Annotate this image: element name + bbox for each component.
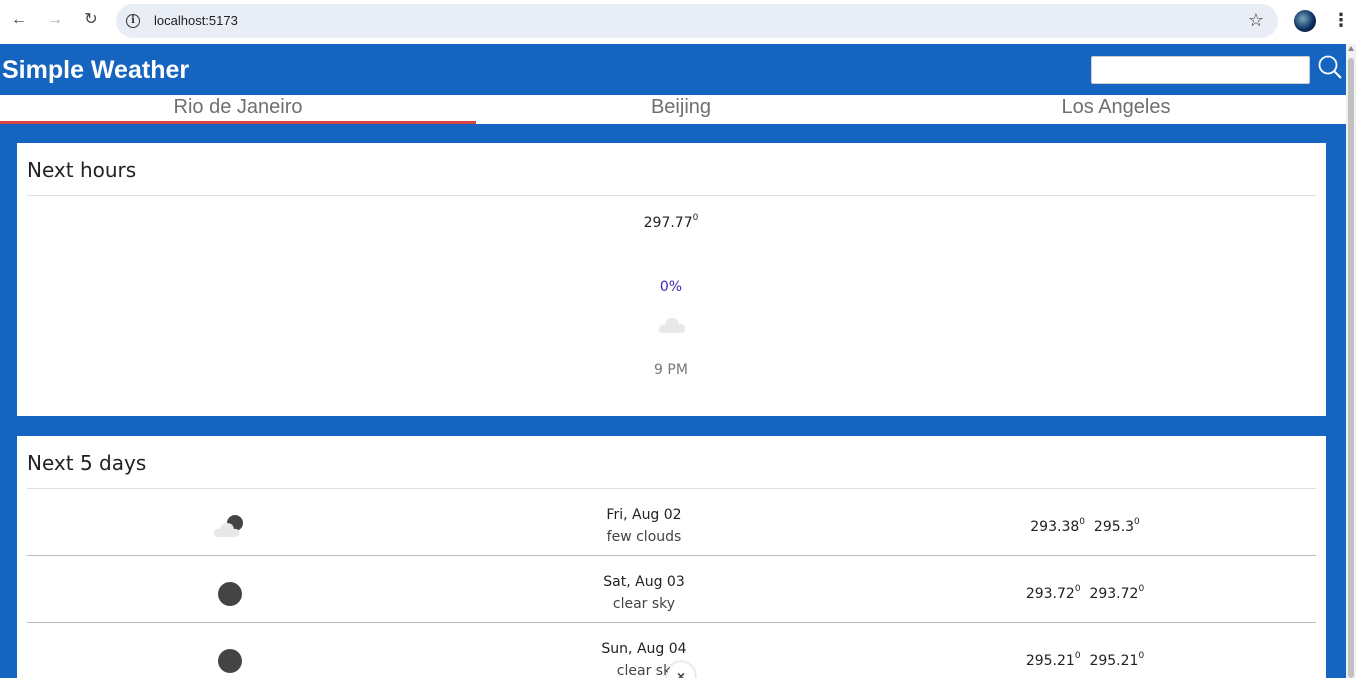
hour-time: 9 PM: [654, 362, 688, 378]
divider: [27, 195, 1316, 196]
scrollbar-thumb[interactable]: [1348, 58, 1354, 678]
precipitation-probability: 0%: [659, 279, 683, 295]
hour-temperature: 297.770: [643, 213, 699, 231]
card-title: Next 5 days: [27, 451, 147, 475]
day-date: Fri, Aug 02: [606, 507, 682, 523]
hour-forecast-item: 297.770 0% 9 PM: [621, 213, 721, 378]
day-date: Sat, Aug 03: [603, 574, 685, 590]
reload-icon[interactable]: ↻: [80, 9, 102, 31]
day-date: Sun, Aug 04: [601, 641, 687, 657]
few-clouds-night-icon: [213, 515, 243, 537]
day-description: clear sk: [616, 663, 672, 678]
search-icon[interactable]: [1316, 54, 1344, 82]
city-search-input[interactable]: [1091, 56, 1310, 84]
clear-sky-night-icon: [218, 582, 242, 606]
back-arrow-icon[interactable]: ←: [8, 9, 30, 31]
address-bar[interactable]: i localhost:5173 ☆: [116, 4, 1278, 38]
clear-sky-night-icon: [218, 649, 242, 673]
brand-title: Simple Weather: [2, 56, 190, 84]
bookmark-star-icon[interactable]: ☆: [1248, 10, 1264, 31]
cloud-icon: [658, 318, 685, 333]
tab-beijing[interactable]: Beijing: [476, 95, 886, 124]
city-tabs: Rio de Janeiro Beijing Los Angeles: [0, 95, 1346, 124]
site-info-icon[interactable]: i: [126, 14, 140, 28]
scroll-up-arrow-icon[interactable]: [1348, 46, 1354, 51]
tab-los-angeles[interactable]: Los Angeles: [886, 95, 1346, 124]
card-title: Next hours: [27, 158, 137, 182]
profile-avatar-icon[interactable]: [1294, 10, 1316, 32]
day-row: Fri, Aug 02 few clouds 293.380 295.30: [27, 489, 1316, 556]
day-description: clear sky: [612, 596, 676, 612]
browser-menu-icon[interactable]: ⋮: [1332, 9, 1350, 31]
url-text[interactable]: localhost:5173: [154, 13, 238, 28]
next-days-card: Next 5 days Fri, Aug 02 few clouds 293.3…: [17, 436, 1326, 678]
browser-toolbar: ← → ↻ i localhost:5173 ☆ ⋮: [0, 0, 1356, 44]
day-temperatures: 293.720 293.720: [1025, 584, 1145, 602]
day-description: few clouds: [606, 529, 682, 545]
page-scrollbar[interactable]: [1346, 44, 1356, 678]
forward-arrow-icon[interactable]: →: [44, 9, 66, 31]
day-row: Sat, Aug 03 clear sky 293.720 293.720: [27, 556, 1316, 623]
tab-rio-de-janeiro[interactable]: Rio de Janeiro: [0, 95, 476, 124]
day-temperatures: 293.380 295.30: [1030, 517, 1140, 535]
day-temperatures: 295.210 295.210: [1025, 651, 1145, 669]
app-header: Simple Weather: [0, 44, 1346, 95]
next-hours-card: Next hours 297.770 0% 9 PM: [17, 143, 1326, 416]
weather-app: Simple Weather Rio de Janeiro Beijing Lo…: [0, 44, 1346, 678]
